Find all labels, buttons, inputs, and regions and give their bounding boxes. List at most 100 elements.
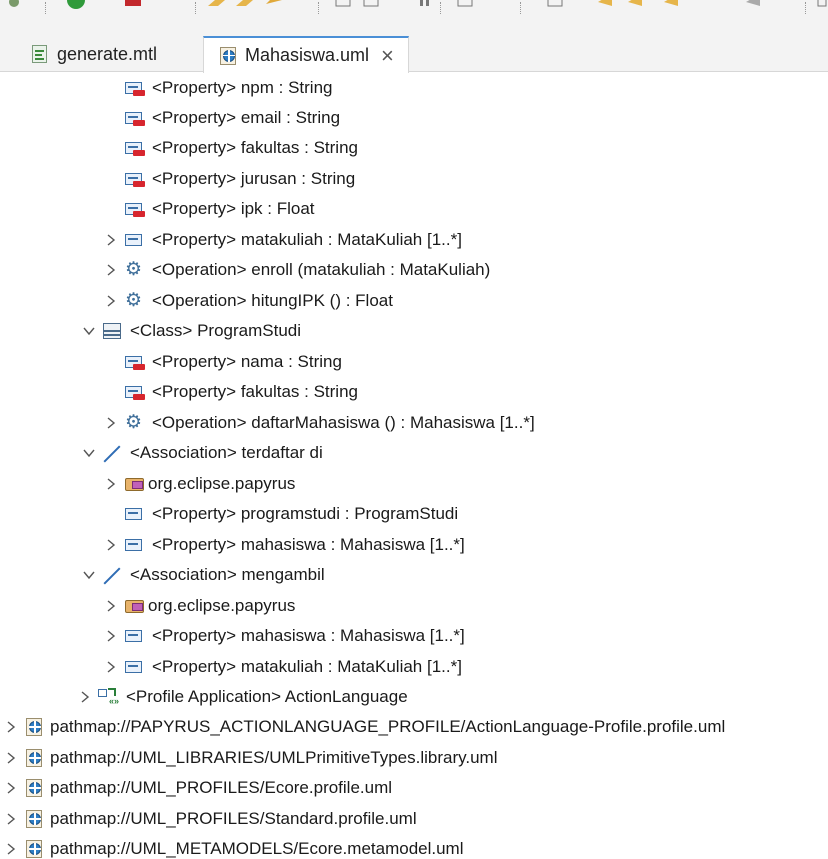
property-icon: [124, 231, 146, 249]
chevron-right-icon[interactable]: [102, 597, 120, 615]
uml-resource-icon: [24, 749, 46, 767]
tree-item[interactable]: pathmap://UML_METAMODELS/Ecore.metamodel…: [2, 834, 464, 859]
chevron-right-icon[interactable]: [102, 231, 120, 249]
tab-label: generate.mtl: [57, 43, 158, 64]
package-icon: [124, 475, 146, 493]
tree-item[interactable]: <Property> fakultas : String: [102, 133, 358, 163]
tree-item-label: org.eclipse.papyrus: [148, 596, 296, 615]
chevron-down-icon[interactable]: [80, 444, 98, 462]
chevron-right-icon[interactable]: [102, 627, 120, 645]
tree-item[interactable]: ⚙ <Operation> hitungIPK () : Float: [102, 286, 393, 316]
tree-item[interactable]: <Property> ipk : Float: [102, 194, 315, 224]
tree-item[interactable]: <Class> ProgramStudi: [80, 316, 301, 346]
tree-item[interactable]: pathmap://PAPYRUS_ACTIONLANGUAGE_PROFILE…: [2, 712, 725, 742]
chevron-right-icon[interactable]: [2, 749, 20, 767]
property-icon: [124, 353, 146, 371]
chevron-right-icon[interactable]: [102, 475, 120, 493]
tree-item-label: <Property> matakuliah : MataKuliah [1..*…: [152, 657, 462, 676]
property-icon: [124, 383, 146, 401]
tree-item[interactable]: «» <Profile Application> ActionLanguage: [76, 682, 408, 712]
tree-item-label: <Association> mengambil: [130, 565, 325, 584]
uml-resource-icon: [24, 840, 46, 858]
chevron-right-icon[interactable]: [102, 536, 120, 554]
mtl-file-icon: [30, 45, 48, 63]
package-icon: [124, 597, 146, 615]
tree-item-label: <Property> mahasiswa : Mahasiswa [1..*]: [152, 535, 465, 554]
tree-item-label: <Property> ipk : Float: [152, 199, 315, 218]
tree-item[interactable]: pathmap://UML_PROFILES/Standard.profile.…: [2, 804, 417, 834]
tree-item-label: <Property> npm : String: [152, 78, 333, 97]
tree-item[interactable]: <Property> jurusan : String: [102, 164, 355, 194]
uml-file-icon: [218, 46, 236, 65]
tree-item[interactable]: <Property> mahasiswa : Mahasiswa [1..*]: [102, 621, 465, 651]
operation-gear-icon: ⚙: [125, 412, 143, 433]
tree-item-label: <Property> programstudi : ProgramStudi: [152, 504, 459, 523]
chevron-right-icon[interactable]: [2, 718, 20, 736]
property-icon: [124, 627, 146, 645]
chevron-right-icon[interactable]: [2, 779, 20, 797]
tree-item-label: pathmap://UML_LIBRARIES/UMLPrimitiveType…: [50, 748, 498, 767]
profile-application-icon: «»: [98, 688, 120, 706]
tree-item[interactable]: <Property> mahasiswa : Mahasiswa [1..*]: [102, 530, 465, 560]
chevron-right-icon[interactable]: [102, 414, 120, 432]
tree-item[interactable]: ⚙ <Operation> enroll (matakuliah : MataK…: [102, 255, 490, 285]
tree-item[interactable]: pathmap://UML_LIBRARIES/UMLPrimitiveType…: [2, 743, 498, 773]
operation-gear-icon: ⚙: [125, 290, 143, 311]
tree-item-label: <Property> jurusan : String: [152, 169, 356, 188]
property-icon: [124, 79, 146, 97]
tree-item[interactable]: <Property> nama : String: [102, 347, 342, 377]
tree-item-label: <Property> fakultas : String: [152, 382, 358, 401]
tree-item-label: pathmap://PAPYRUS_ACTIONLANGUAGE_PROFILE…: [50, 717, 726, 736]
toolbar-icons-strip[interactable]: [0, 0, 828, 14]
property-icon: [124, 109, 146, 127]
tree-item[interactable]: <Property> npm : String: [102, 73, 332, 103]
tree-item-label: <Operation> enroll (matakuliah : MataKul…: [152, 260, 491, 279]
property-icon: [124, 505, 146, 523]
uml-resource-icon: [24, 810, 46, 828]
property-icon: [124, 139, 146, 157]
tree-item-label: <Property> fakultas : String: [152, 138, 358, 157]
tree-item-label: <Property> mahasiswa : Mahasiswa [1..*]: [152, 626, 465, 645]
tree-item[interactable]: ⚙ <Operation> daftarMahasiswa () : Mahas…: [102, 408, 535, 438]
uml-resource-icon: [24, 779, 46, 797]
tree-item[interactable]: org.eclipse.papyrus: [102, 591, 295, 621]
class-icon: [102, 322, 124, 340]
chevron-right-icon[interactable]: [102, 658, 120, 676]
tree-item-label: pathmap://UML_PROFILES/Ecore.profile.uml: [50, 778, 393, 797]
chevron-right-icon[interactable]: [102, 292, 120, 310]
chevron-right-icon[interactable]: [102, 261, 120, 279]
chevron-right-icon[interactable]: [2, 840, 20, 858]
tree-item[interactable]: pathmap://UML_PROFILES/Ecore.profile.uml: [2, 773, 392, 803]
association-icon: [102, 444, 124, 463]
tab-mahasiswa-uml[interactable]: Mahasiswa.uml ×: [203, 36, 409, 73]
tab-generate-mtl[interactable]: generate.mtl: [30, 36, 157, 72]
tree-item-label: org.eclipse.papyrus: [148, 474, 296, 493]
tree-item[interactable]: org.eclipse.papyrus: [102, 469, 295, 499]
tree-item[interactable]: <Property> matakuliah : MataKuliah [1..*…: [102, 652, 462, 682]
property-icon: [124, 170, 146, 188]
tree-item[interactable]: <Association> terdaftar di: [80, 438, 323, 468]
tree-item-label: <Profile Application> ActionLanguage: [126, 687, 408, 706]
property-icon: [124, 658, 146, 676]
tree-item[interactable]: <Property> email : String: [102, 103, 340, 133]
tree-item-label: pathmap://UML_PROFILES/Standard.profile.…: [50, 809, 417, 828]
tree-item-label: <Association> terdaftar di: [130, 443, 323, 462]
chevron-down-icon[interactable]: [80, 322, 98, 340]
tree-item[interactable]: <Property> programstudi : ProgramStudi: [102, 499, 458, 529]
chevron-right-icon[interactable]: [2, 810, 20, 828]
operation-gear-icon: ⚙: [125, 259, 143, 280]
chevron-right-icon[interactable]: [76, 688, 94, 706]
tree-item[interactable]: <Property> fakultas : String: [102, 377, 358, 407]
tree-item-label: <Class> ProgramStudi: [130, 321, 302, 340]
tree-item-label: <Property> nama : String: [152, 352, 342, 371]
tree-item[interactable]: <Association> mengambil: [80, 560, 325, 590]
chevron-down-icon[interactable]: [80, 566, 98, 584]
close-icon[interactable]: ×: [381, 44, 394, 67]
tree-item[interactable]: <Property> matakuliah : MataKuliah [1..*…: [102, 225, 462, 255]
